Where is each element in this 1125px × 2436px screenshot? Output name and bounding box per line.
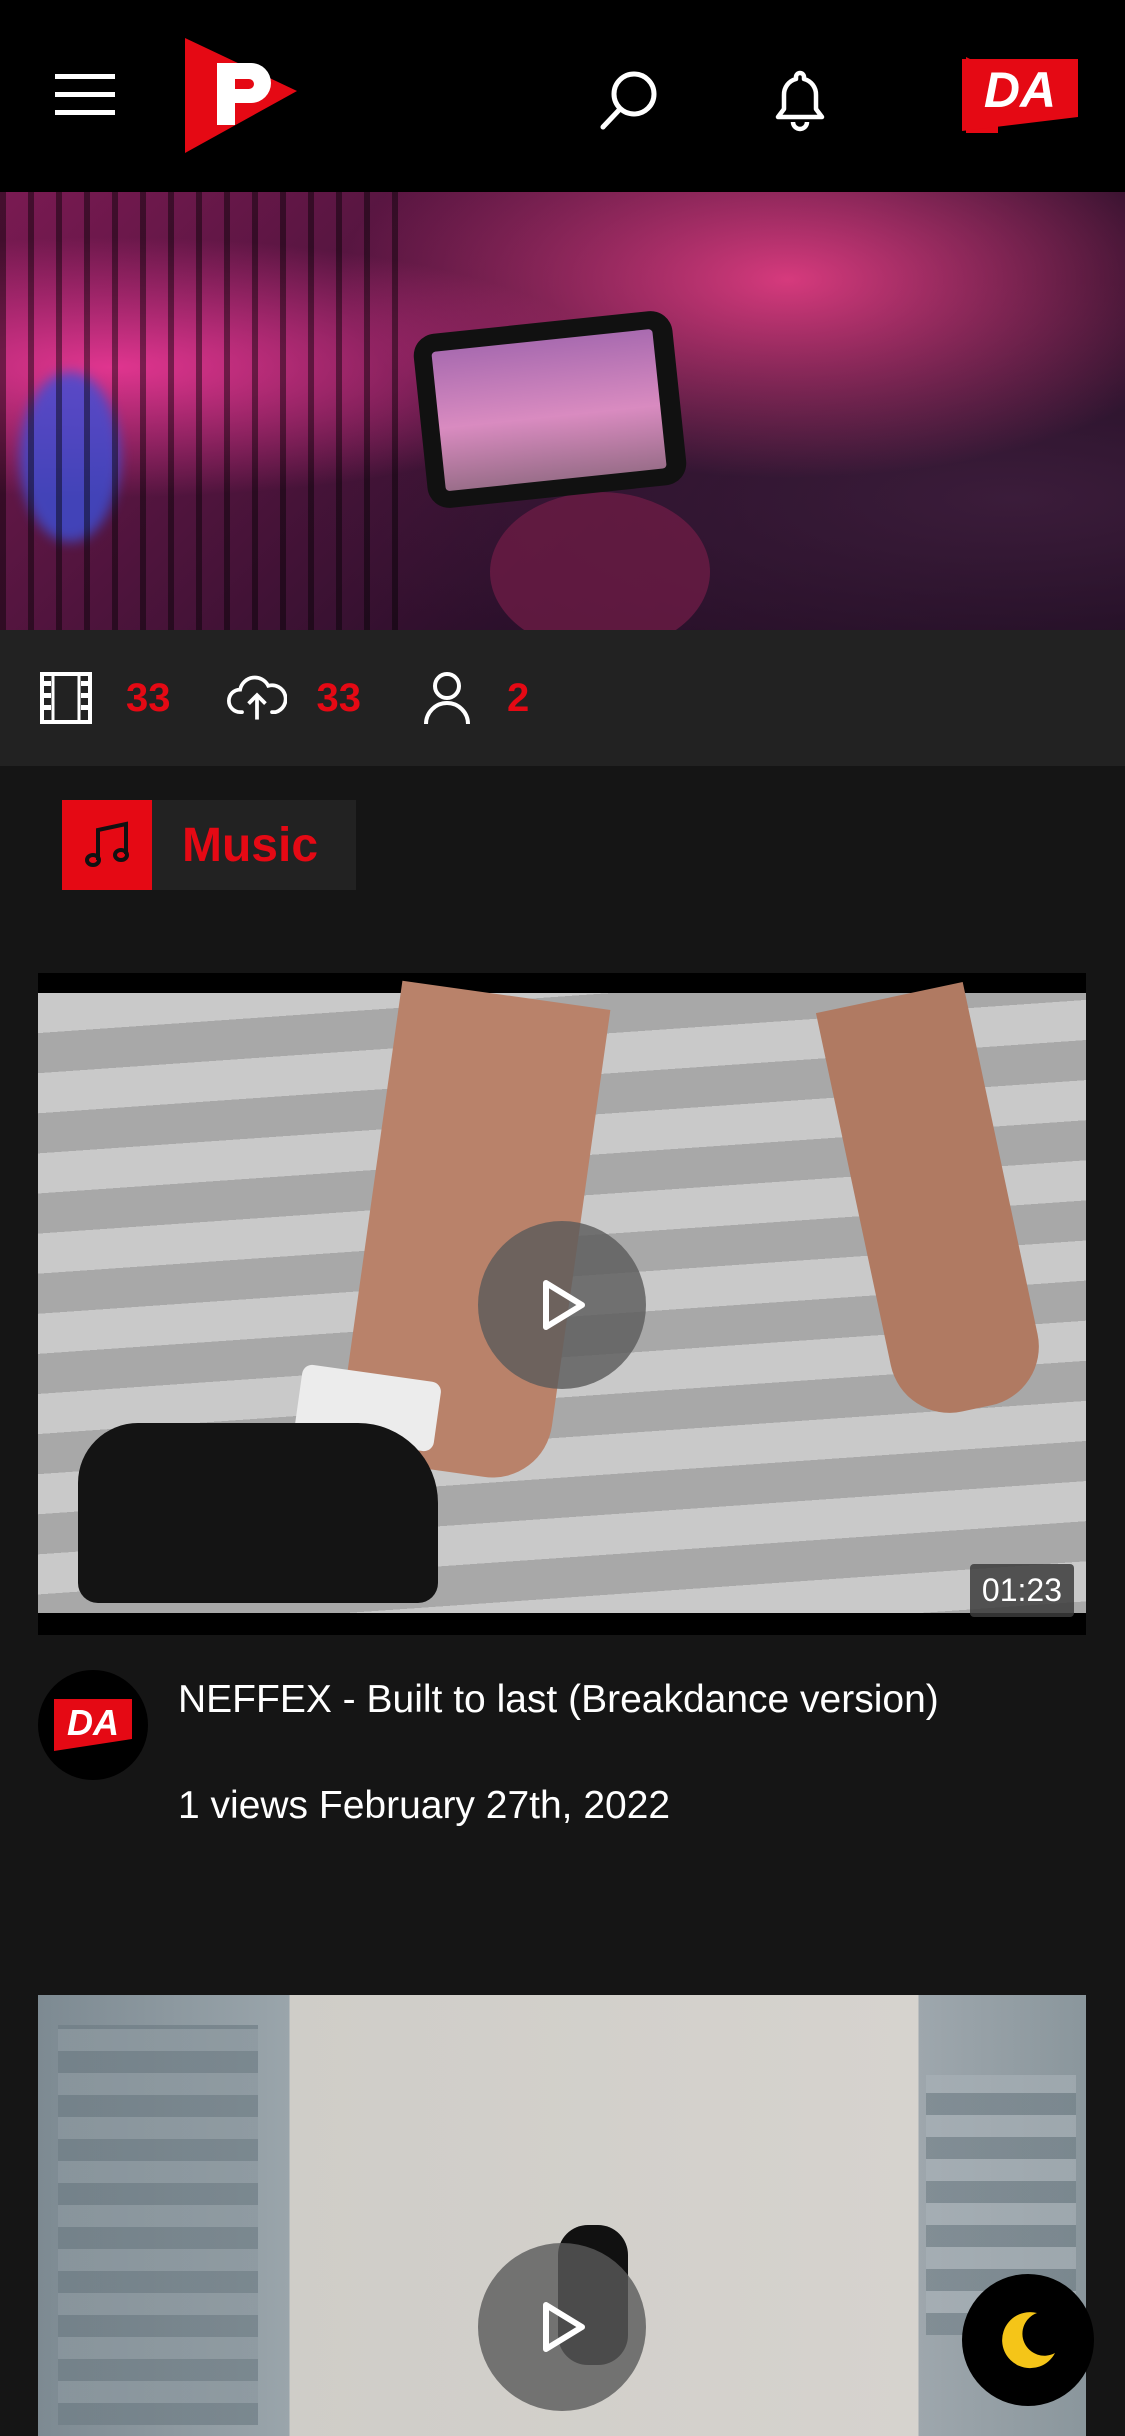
stat-subscribers[interactable]: 2	[417, 668, 529, 728]
video-meta: 1 views February 27th, 2022	[178, 1784, 671, 1827]
video-title[interactable]: NEFFEX - Built to last (Breakdance versi…	[178, 1672, 1078, 1728]
hamburger-menu-icon[interactable]	[40, 50, 130, 140]
video-duration: 01:23	[969, 1564, 1074, 1617]
p-logo-icon[interactable]	[170, 30, 310, 160]
play-icon	[543, 1280, 585, 1330]
channel-stats: 33 33 2	[0, 630, 1125, 766]
video-thumbnail-2[interactable]	[38, 1995, 1086, 2436]
dark-mode-toggle[interactable]	[962, 2274, 1094, 2406]
moon-icon	[1002, 2312, 1055, 2369]
channel-banner	[0, 192, 1125, 630]
banner-grid	[0, 192, 420, 630]
film-icon	[36, 668, 96, 728]
channel-avatar[interactable]: DA	[38, 1670, 148, 1780]
user-avatar[interactable]: DA	[955, 45, 1090, 145]
category-chip-music[interactable]: Music	[62, 800, 356, 890]
stat-subscribers-count: 2	[507, 675, 530, 720]
music-note-icon	[62, 800, 152, 890]
play-button-2[interactable]	[478, 2243, 646, 2411]
banner-phone	[411, 308, 689, 511]
category-label: Music	[182, 818, 319, 872]
banner-hand	[490, 492, 710, 630]
stat-uploads[interactable]: 33	[226, 668, 362, 728]
user-icon	[417, 668, 477, 728]
bell-icon[interactable]	[755, 55, 845, 145]
channel-avatar-text: DA	[67, 1702, 119, 1743]
video-thumbnail[interactable]: 01:23	[38, 973, 1086, 1635]
cloud-upload-icon	[226, 668, 287, 728]
stat-videos-count: 33	[126, 675, 171, 720]
avatar-text: DA	[983, 62, 1055, 118]
play-icon	[543, 2302, 585, 2352]
search-icon[interactable]	[585, 55, 675, 145]
app-header: DA	[0, 0, 1125, 192]
stat-uploads-count: 33	[316, 675, 362, 720]
stat-videos[interactable]: 33	[36, 668, 171, 728]
play-button[interactable]	[478, 1221, 646, 1389]
